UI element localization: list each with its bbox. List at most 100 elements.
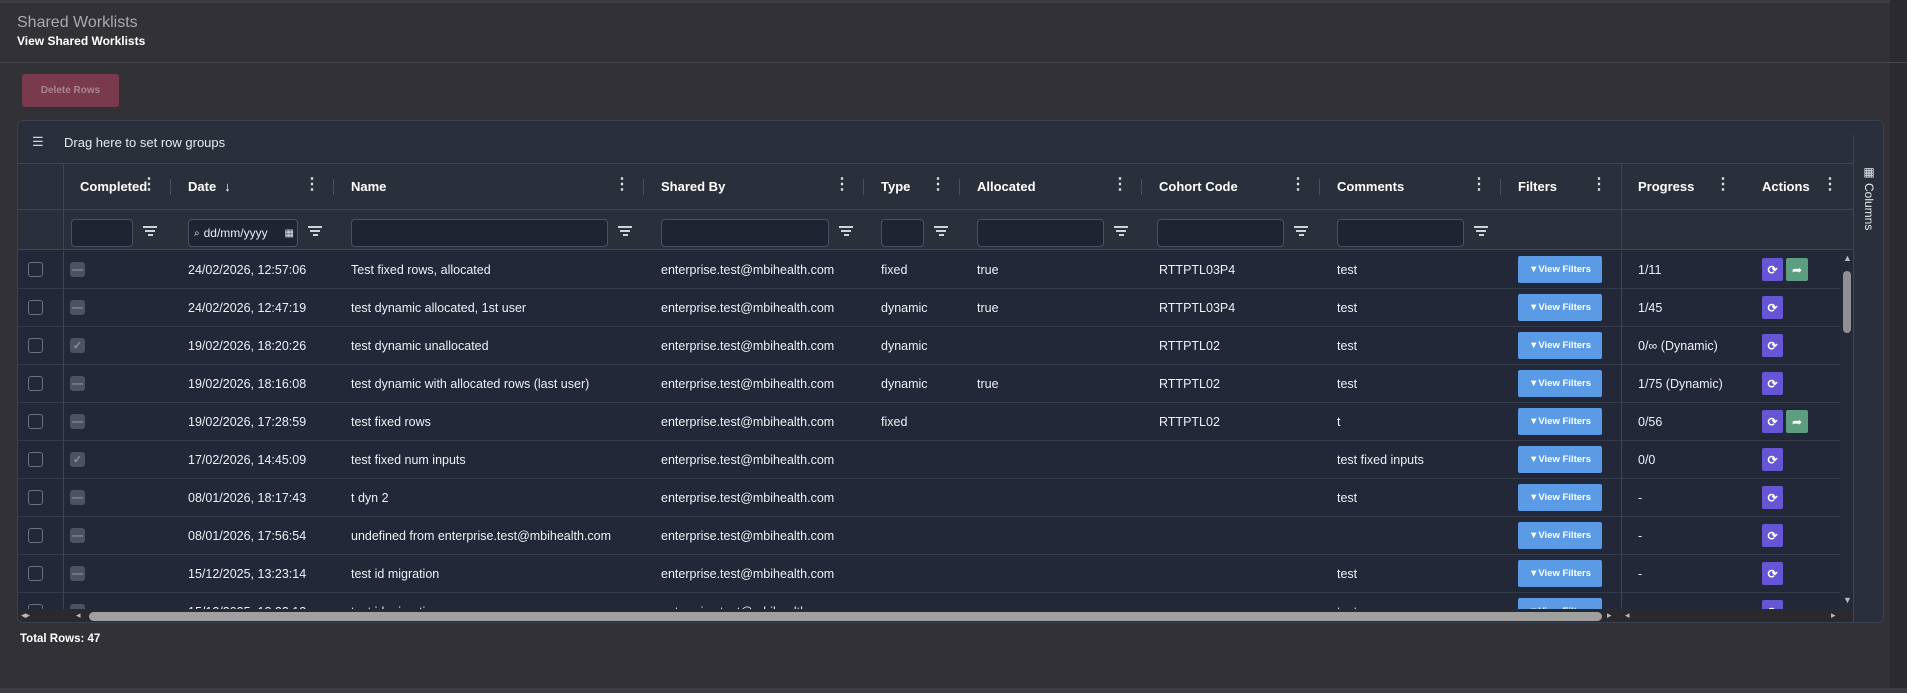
actions-cell: ⟳ [1745,517,1840,554]
refresh-button[interactable]: ⟳ [1762,562,1783,585]
calendar-icon[interactable]: ▦ [285,228,294,239]
header-allocated[interactable]: Allocated ⋮ [960,164,1142,209]
filter-icon[interactable] [934,226,948,238]
share-button[interactable]: ➦ [1786,258,1808,281]
row-select-checkbox[interactable] [28,338,43,353]
filter-icon[interactable] [1114,226,1128,238]
table-row[interactable]: — 08/01/2026, 17:56:54 undefined from ente… [18,517,1840,555]
scroll-right-icon[interactable]: ▸ [1831,610,1836,621]
header-type[interactable]: Type ⋮ [864,164,960,209]
table-row[interactable]: ✓ 17/02/2026, 14:45:09 test fixed num inpu… [18,441,1840,479]
filter-icon[interactable] [618,226,632,238]
type-filter-input[interactable] [881,219,924,247]
table-row[interactable]: — 19/02/2026, 17:28:59 test fixed rows ente… [18,403,1840,441]
table-row[interactable]: — 24/02/2026, 12:47:19 test dynamic alloca… [18,289,1840,327]
column-menu-icon[interactable]: ⋮ [304,177,320,193]
date-filter-input[interactable]: ⌕ dd/mm/yyyy ▦ [188,219,298,247]
view-filters-button[interactable]: ▼View Filters [1518,598,1602,609]
filter-icon[interactable] [143,226,157,238]
horizontal-scroll-thumb[interactable] [89,612,1602,621]
completed-filter-input[interactable] [71,219,133,247]
completed-checkbox: — [70,376,85,391]
allocated-filter-input[interactable] [977,219,1104,247]
scroll-left-icon[interactable]: ◂ [1625,610,1630,621]
refresh-button[interactable]: ⟳ [1762,334,1783,357]
cohort-filter-input[interactable] [1157,219,1284,247]
column-menu-icon[interactable]: ⋮ [930,177,946,193]
progress-cell: 0/∞ (Dynamic) [1638,338,1718,353]
table-row[interactable]: — 15/12/2025, 13:23:14 test id migration en… [18,555,1840,593]
refresh-button[interactable]: ⟳ [1762,486,1783,509]
vertical-scroll-thumb[interactable] [1843,271,1851,333]
view-filters-button[interactable]: ▼View Filters [1518,294,1602,321]
view-filters-button[interactable]: ▼View Filters [1518,560,1602,587]
table-row[interactable]: — 19/02/2026, 18:16:08 test dynamic with a… [18,365,1840,403]
horizontal-scrollbar[interactable]: ◂▸ ◂ ▸ ◂ ▸ [18,609,1853,622]
columns-panel-button[interactable]: ▦ Columns [1862,165,1876,230]
column-menu-icon[interactable]: ⋮ [834,177,850,193]
filter-icon[interactable] [1474,226,1488,238]
row-select-checkbox[interactable] [28,300,43,315]
name-filter-input[interactable] [351,219,608,247]
header-completed[interactable]: Completed ⋮ [63,164,171,209]
view-filters-button[interactable]: ▼View Filters [1518,484,1602,511]
refresh-button[interactable]: ⟳ [1762,448,1783,471]
delete-rows-button[interactable]: Delete Rows [22,74,119,107]
view-filters-button[interactable]: ▼View Filters [1518,522,1602,549]
row-select-checkbox[interactable] [28,376,43,391]
filter-icon[interactable] [839,226,853,238]
scroll-left-icon[interactable]: ◂▸ [21,610,30,621]
refresh-button[interactable]: ⟳ [1762,296,1783,319]
scroll-left-icon[interactable]: ◂ [76,610,81,621]
header-progress[interactable]: Progress ⋮ [1621,164,1745,209]
scroll-up-icon[interactable]: ▲ [1843,253,1852,263]
column-menu-icon[interactable]: ⋮ [1290,177,1306,193]
header-shared_by[interactable]: Shared By ⋮ [644,164,864,209]
row-select-checkbox[interactable] [28,452,43,467]
view-filters-button[interactable]: ▼View Filters [1518,332,1602,359]
column-menu-icon[interactable]: ⋮ [1471,177,1487,193]
table-row[interactable]: — 24/02/2026, 12:57:06 Test fixed rows, al… [18,251,1840,289]
column-menu-icon[interactable]: ⋮ [1112,177,1128,193]
refresh-button[interactable]: ⟳ [1762,600,1783,609]
header-filters[interactable]: Filters ⋮ [1501,164,1621,209]
table-row[interactable]: ✓ 19/02/2026, 18:20:26 test dynamic unallo… [18,327,1840,365]
table-row[interactable]: —15/12/2025, 13:22:12test id migrationen… [18,593,1840,609]
scroll-down-icon[interactable]: ▼ [1843,595,1852,605]
row-select-checkbox[interactable] [28,262,43,277]
row-select-checkbox[interactable] [28,414,43,429]
shared_by-filter-input[interactable] [661,219,829,247]
vertical-scrollbar[interactable]: ▲ ▼ [1840,251,1853,609]
column-menu-icon[interactable]: ⋮ [141,177,157,193]
filter-icon[interactable] [1294,226,1308,238]
column-menu-icon[interactable]: ⋮ [614,177,630,193]
header-date[interactable]: Date ↓ ⋮ [171,164,334,209]
date-cell: 17/02/2026, 14:45:09 [188,452,307,467]
refresh-button[interactable]: ⟳ [1762,524,1783,547]
header-actions[interactable]: Actions ⋮ [1745,164,1840,209]
table-row[interactable]: — 08/01/2026, 18:17:43 t dyn 2 enterprise.t… [18,479,1840,517]
row-select-checkbox[interactable] [28,490,43,505]
refresh-button[interactable]: ⟳ [1762,372,1783,395]
row-select-checkbox[interactable] [28,528,43,543]
view-filters-button[interactable]: ▼View Filters [1518,256,1602,283]
header-comments[interactable]: Comments ⋮ [1320,164,1501,209]
row-group-drop-zone[interactable]: ☰ Drag here to set row groups [18,121,1883,164]
row-select-checkbox[interactable] [28,566,43,581]
view-filters-button[interactable]: ▼View Filters [1518,408,1602,435]
filter-icon[interactable] [308,226,322,238]
comments-filter-input[interactable] [1337,219,1464,247]
sort-desc-icon[interactable]: ↓ [224,179,231,194]
view-filters-button[interactable]: ▼View Filters [1518,446,1602,473]
header-name[interactable]: Name ⋮ [334,164,644,209]
refresh-button[interactable]: ⟳ [1762,410,1783,433]
header-cohort[interactable]: Cohort Code ⋮ [1142,164,1320,209]
view-filters-button[interactable]: ▼View Filters [1518,370,1602,397]
column-menu-icon[interactable]: ⋮ [1822,177,1838,193]
share-button[interactable]: ➦ [1786,410,1808,433]
column-menu-icon[interactable]: ⋮ [1591,177,1607,193]
refresh-button[interactable]: ⟳ [1762,258,1783,281]
type-cell [864,517,960,554]
scroll-right-icon[interactable]: ▸ [1607,610,1612,621]
column-menu-icon[interactable]: ⋮ [1715,177,1731,193]
